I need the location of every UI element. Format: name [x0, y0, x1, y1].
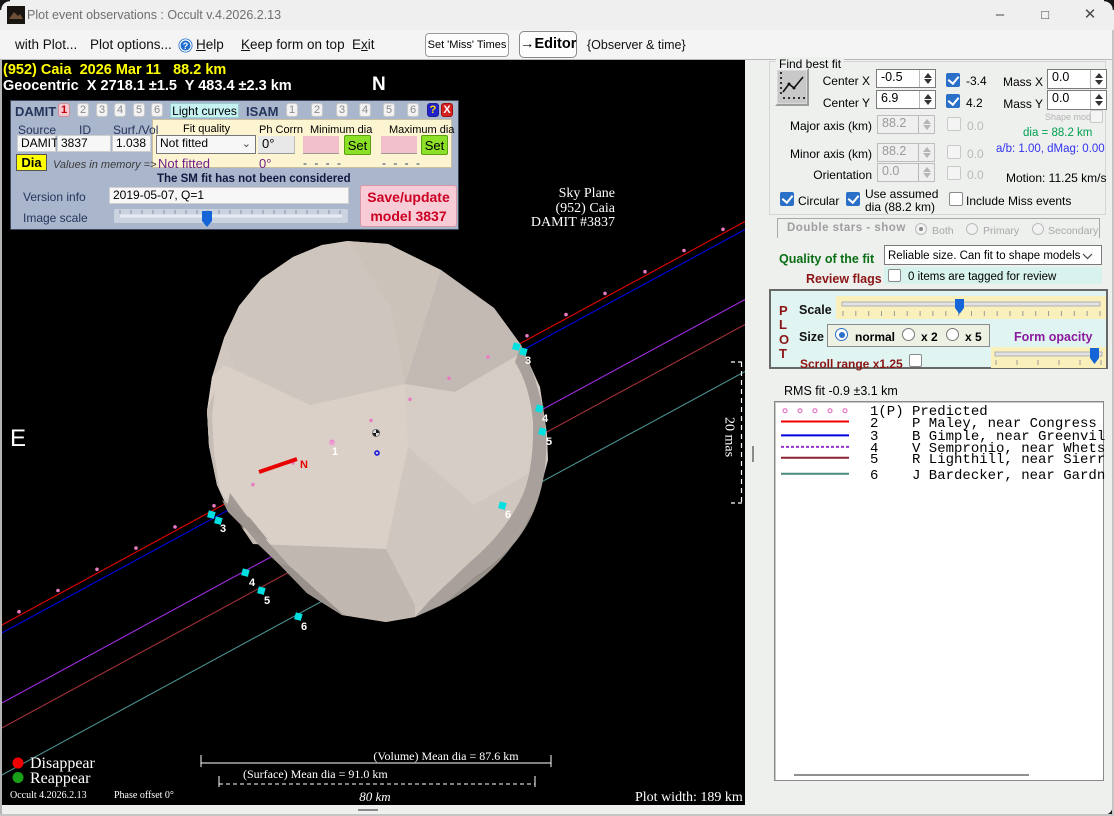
svg-text:5: 5 — [264, 595, 270, 607]
svg-text:N: N — [300, 459, 308, 471]
svg-text:6: 6 — [505, 509, 511, 521]
svg-text:20 mas: 20 mas — [722, 417, 737, 457]
svg-text:4: 4 — [542, 413, 549, 425]
svg-text:3: 3 — [220, 523, 226, 535]
svg-text:5: 5 — [546, 436, 552, 448]
svg-text:(Surface) Mean dia = 91.0 km: (Surface) Mean dia = 91.0 km — [243, 767, 388, 781]
svg-text:?: ? — [183, 41, 189, 51]
svg-text:1: 1 — [332, 446, 338, 458]
svg-text:80 km: 80 km — [359, 789, 390, 804]
svg-text:6: 6 — [301, 621, 307, 633]
svg-text:(Volume) Mean dia = 87.6 km: (Volume) Mean dia = 87.6 km — [373, 749, 519, 763]
svg-text:3: 3 — [525, 355, 531, 367]
svg-text:Phase offset 0°: Phase offset 0° — [114, 790, 174, 801]
svg-text:4: 4 — [249, 577, 256, 589]
svg-text:Occult 4.2026.2.13: Occult 4.2026.2.13 — [10, 790, 87, 801]
svg-text:Plot width: 189 km: Plot width: 189 km — [635, 790, 743, 805]
svg-text:Reappear: Reappear — [30, 770, 91, 787]
